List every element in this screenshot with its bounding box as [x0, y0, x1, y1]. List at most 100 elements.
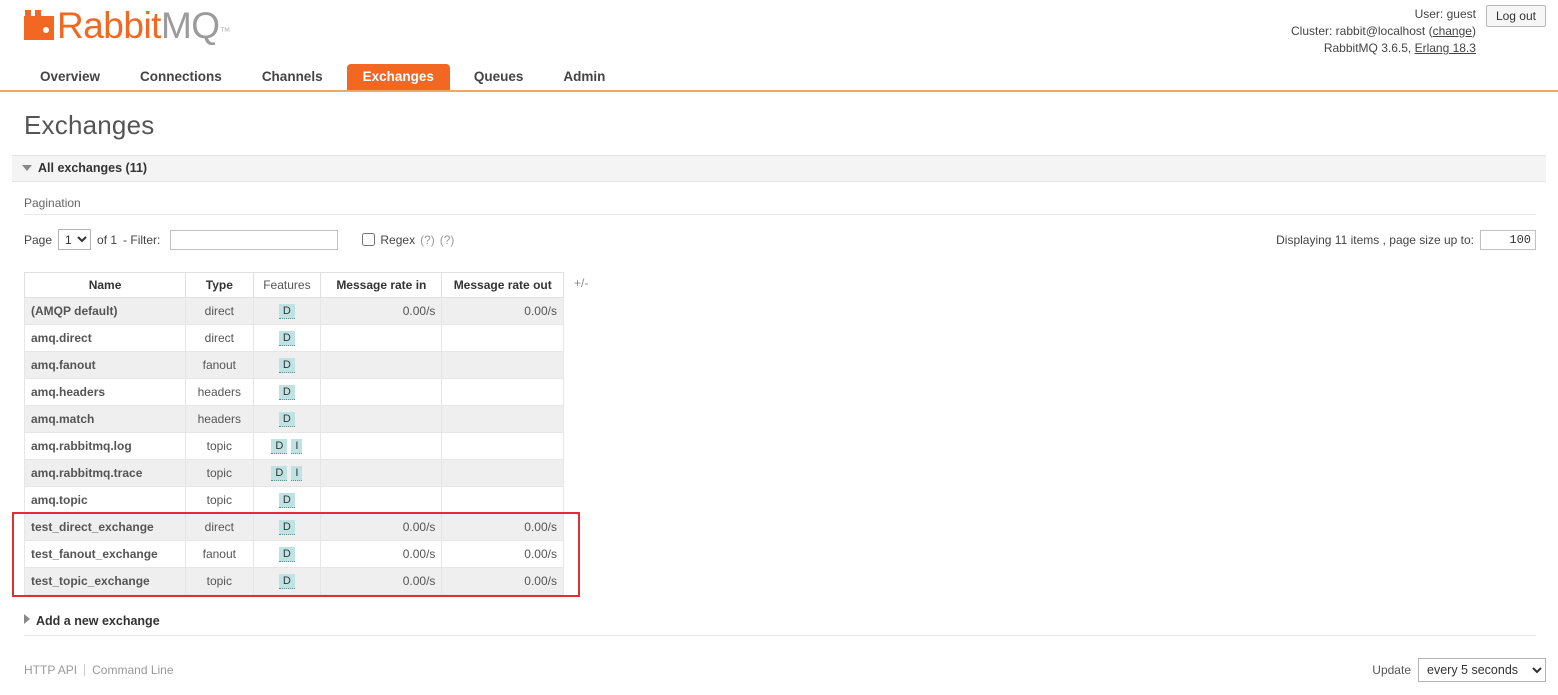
all-exchanges-section-header[interactable]: All exchanges (11): [12, 155, 1546, 182]
cell-message-rate-out: [441, 486, 564, 514]
internal-badge[interactable]: I: [291, 439, 303, 454]
filter-help-icon[interactable]: (?): [440, 233, 455, 247]
table-row[interactable]: amq.fanout fanout D: [23, 351, 564, 379]
table-row[interactable]: amq.rabbitmq.trace topic D I: [23, 459, 564, 487]
column-header-message-rate-out[interactable]: Message rate out: [441, 272, 564, 298]
version-line: RabbitMQ 3.6.5, Erlang 18.3: [1291, 40, 1476, 57]
cell-exchange-name[interactable]: amq.fanout: [23, 351, 187, 379]
table-row[interactable]: test_direct_exchange direct D 0.00/s 0.00/s: [23, 513, 564, 541]
tab-overview[interactable]: Overview: [24, 64, 116, 90]
cell-exchange-features: D: [252, 540, 322, 568]
user-line: User: guest: [1291, 6, 1476, 23]
cell-message-rate-out: [441, 324, 564, 352]
cluster-change-link[interactable]: change: [1433, 24, 1472, 38]
logo-rabbit-text: Rabbit: [57, 5, 161, 46]
durable-badge[interactable]: D: [278, 331, 295, 346]
logo-mq-text: MQ: [160, 5, 220, 46]
column-toggle-button[interactable]: +/-: [574, 276, 588, 290]
cell-exchange-features: DI: [252, 432, 322, 460]
tab-queues[interactable]: Queues: [458, 64, 540, 90]
pagination-controls: Page 1 of 1 - Filter: Regex (?) (?) Displ…: [24, 229, 1546, 250]
durable-badge[interactable]: D: [271, 439, 288, 454]
footer-links: HTTP API Command Line: [24, 663, 174, 677]
tab-connections[interactable]: Connections: [124, 64, 238, 90]
cell-exchange-name[interactable]: amq.headers: [23, 378, 187, 406]
cell-exchange-name[interactable]: amq.direct: [23, 324, 187, 352]
cluster-name: rabbit@localhost: [1335, 24, 1426, 38]
add-new-exchange-label: Add a new exchange: [36, 614, 160, 628]
table-row[interactable]: amq.direct direct D: [23, 324, 564, 352]
cell-message-rate-in: [320, 432, 443, 460]
log-out-button[interactable]: Log out: [1485, 5, 1546, 27]
table-row[interactable]: amq.rabbitmq.log topic D I: [23, 432, 564, 460]
tab-admin[interactable]: Admin: [547, 64, 621, 90]
cell-exchange-type: headers: [185, 405, 254, 433]
durable-badge[interactable]: D: [278, 547, 295, 562]
tab-exchanges[interactable]: Exchanges: [346, 64, 450, 90]
chevron-down-icon: [22, 165, 32, 171]
add-new-exchange-section[interactable]: Add a new exchange: [24, 609, 1536, 636]
cell-exchange-name[interactable]: amq.match: [23, 405, 187, 433]
cell-exchange-name[interactable]: amq.topic: [23, 486, 187, 514]
cell-exchange-name[interactable]: test_direct_exchange: [23, 513, 187, 541]
table-row[interactable]: amq.headers headers D: [23, 378, 564, 406]
durable-badge[interactable]: D: [278, 493, 295, 508]
cell-exchange-name[interactable]: amq.rabbitmq.trace: [23, 459, 187, 487]
table-row[interactable]: amq.match headers D: [23, 405, 564, 433]
cell-exchange-name[interactable]: test_fanout_exchange: [23, 540, 187, 568]
filter-input[interactable]: [170, 229, 339, 250]
durable-badge[interactable]: D: [278, 304, 295, 319]
http-api-link[interactable]: HTTP API: [24, 663, 77, 677]
cell-exchange-name[interactable]: test_topic_exchange: [23, 567, 187, 595]
durable-badge[interactable]: D: [278, 574, 295, 589]
rabbitmq-logo[interactable]: RabbitMQ™: [24, 5, 231, 46]
cell-exchange-name[interactable]: amq.rabbitmq.log: [23, 432, 187, 460]
column-header-message-rate-in[interactable]: Message rate in: [320, 272, 443, 298]
page-footer: HTTP API Command Line Update every 5 seco…: [0, 653, 1558, 687]
column-header-type[interactable]: Type: [185, 272, 254, 298]
column-header-features: Features: [252, 272, 322, 298]
page-number-select[interactable]: 1: [58, 229, 92, 250]
cell-message-rate-in: [320, 459, 443, 487]
command-line-link[interactable]: Command Line: [92, 663, 173, 677]
regex-label: Regex: [380, 232, 416, 247]
durable-badge[interactable]: D: [278, 385, 295, 400]
cell-exchange-type: headers: [185, 378, 254, 406]
rabbitmq-version: RabbitMQ 3.6.5,: [1323, 41, 1412, 55]
column-header-name[interactable]: Name: [23, 272, 187, 298]
durable-badge[interactable]: D: [278, 412, 295, 427]
durable-badge[interactable]: D: [278, 358, 295, 373]
tab-channels[interactable]: Channels: [246, 64, 339, 90]
table-row[interactable]: test_topic_exchange topic D 0.00/s 0.00/s: [23, 567, 564, 595]
filter-label: - Filter:: [123, 232, 161, 247]
cell-message-rate-out: 0.00/s: [441, 567, 564, 595]
cell-exchange-features: D: [252, 486, 322, 514]
update-controls: Update every 5 seconds: [1372, 658, 1546, 682]
cell-exchange-features: DI: [252, 459, 322, 487]
erlang-version-link[interactable]: Erlang 18.3: [1415, 41, 1476, 55]
cell-exchange-features: D: [252, 513, 322, 541]
update-interval-select[interactable]: every 5 seconds: [1418, 658, 1546, 682]
table-row[interactable]: test_fanout_exchange fanout D 0.00/s 0.00/s: [23, 540, 564, 568]
table-row[interactable]: amq.topic topic D: [23, 486, 564, 514]
durable-badge[interactable]: D: [278, 520, 295, 535]
cell-message-rate-in: [320, 351, 443, 379]
user-info-panel: User: guest Cluster: rabbit@localhost (c…: [1291, 4, 1546, 57]
nav-tab-list: Overview Connections Channels Exchanges …: [24, 62, 1558, 90]
cluster-label: Cluster:: [1290, 24, 1333, 38]
cell-message-rate-out: 0.00/s: [441, 513, 564, 541]
table-row[interactable]: (AMQP default) direct D 0.00/s 0.00/s: [23, 297, 564, 325]
main-content: Exchanges All exchanges (11) Pagination …: [0, 110, 1558, 636]
regex-checkbox[interactable]: [362, 233, 376, 246]
cell-exchange-features: D: [252, 567, 322, 595]
durable-badge[interactable]: D: [271, 466, 288, 481]
cell-exchange-name[interactable]: (AMQP default): [23, 297, 187, 325]
cell-exchange-type: topic: [185, 432, 254, 460]
chevron-right-icon: [24, 614, 30, 624]
cell-exchange-features: D: [252, 378, 322, 406]
internal-badge[interactable]: I: [291, 466, 303, 481]
regex-help-icon[interactable]: (?): [420, 233, 435, 247]
page-size-input[interactable]: [1480, 229, 1536, 250]
footer-divider: [84, 664, 86, 676]
user-label: User:: [1414, 7, 1444, 21]
